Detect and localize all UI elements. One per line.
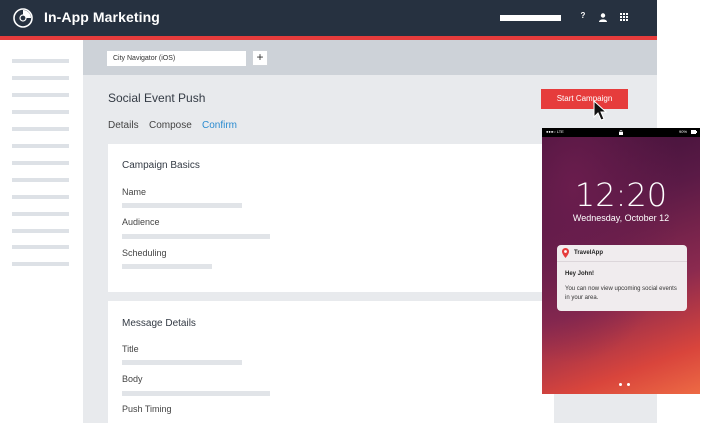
field-label-push-timing: Push Timing — [122, 404, 172, 414]
push-notification[interactable]: TravelApp Hey John! You can now view upc… — [557, 245, 687, 311]
sidebar-item[interactable] — [12, 76, 69, 80]
scheduling-field[interactable] — [122, 264, 212, 269]
status-battery: 90% — [679, 129, 688, 134]
field-label-title: Title — [122, 344, 139, 354]
notification-body: You can now view upcoming social events … — [565, 286, 677, 301]
lock-screen-time: 12:20 — [574, 176, 668, 214]
sidebar-item[interactable] — [12, 195, 69, 199]
status-carrier: ●●●○ LTE — [546, 129, 564, 134]
battery-icon — [691, 130, 697, 134]
sidebar-item[interactable] — [12, 178, 69, 182]
app-selector-dropdown[interactable]: City Navigator (iOS) — [107, 51, 246, 66]
field-label-name: Name — [122, 187, 147, 197]
campaign-title: Social Event Push — [108, 91, 206, 105]
apps-grid-icon[interactable] — [620, 13, 628, 21]
notification-title: Hey John! — [565, 271, 595, 277]
app-title: In-App Marketing — [44, 9, 160, 25]
lock-icon — [619, 130, 623, 135]
start-campaign-button[interactable]: Start Campaign — [541, 89, 628, 109]
sidebar-item[interactable] — [12, 59, 69, 63]
help-icon[interactable]: ? — [579, 11, 587, 20]
card-title: Message Details — [122, 318, 196, 329]
user-icon[interactable] — [599, 13, 607, 22]
app-logo-icon — [13, 8, 33, 28]
message-details-card: Message Details Title Body Push Timing — [108, 301, 554, 423]
audience-field[interactable] — [122, 234, 270, 239]
page-indicator-dot — [619, 383, 622, 386]
mouse-cursor-icon — [593, 100, 607, 121]
sidebar-item[interactable] — [12, 229, 69, 233]
sidebar-item[interactable] — [12, 93, 69, 97]
sidebar-item[interactable] — [12, 161, 69, 165]
sidebar-item[interactable] — [12, 110, 69, 114]
add-app-button[interactable]: + — [252, 50, 268, 66]
global-search-bar[interactable] — [500, 15, 561, 21]
body-field[interactable] — [122, 391, 270, 396]
sidebar-item[interactable] — [12, 127, 69, 131]
tab-details[interactable]: Details — [108, 120, 139, 131]
sidebar-item[interactable] — [12, 245, 69, 249]
name-field[interactable] — [122, 203, 242, 208]
tab-confirm[interactable]: Confirm — [202, 120, 237, 131]
field-label-body: Body — [122, 374, 143, 384]
sidebar-item[interactable] — [12, 144, 69, 148]
title-field[interactable] — [122, 360, 242, 365]
notification-app-name: TravelApp — [574, 250, 604, 256]
map-pin-icon — [562, 248, 569, 258]
sidebar-item[interactable] — [12, 212, 69, 216]
card-title: Campaign Basics — [122, 160, 200, 171]
campaign-basics-card: Campaign Basics Name Audience Scheduling — [108, 144, 554, 292]
field-label-scheduling: Scheduling — [122, 248, 167, 258]
page-indicator-dot — [627, 383, 630, 386]
field-label-audience: Audience — [122, 217, 160, 227]
sidebar-item[interactable] — [12, 262, 69, 266]
tab-compose[interactable]: Compose — [149, 120, 192, 131]
lock-screen-date: Wednesday, October 12 — [572, 213, 670, 223]
